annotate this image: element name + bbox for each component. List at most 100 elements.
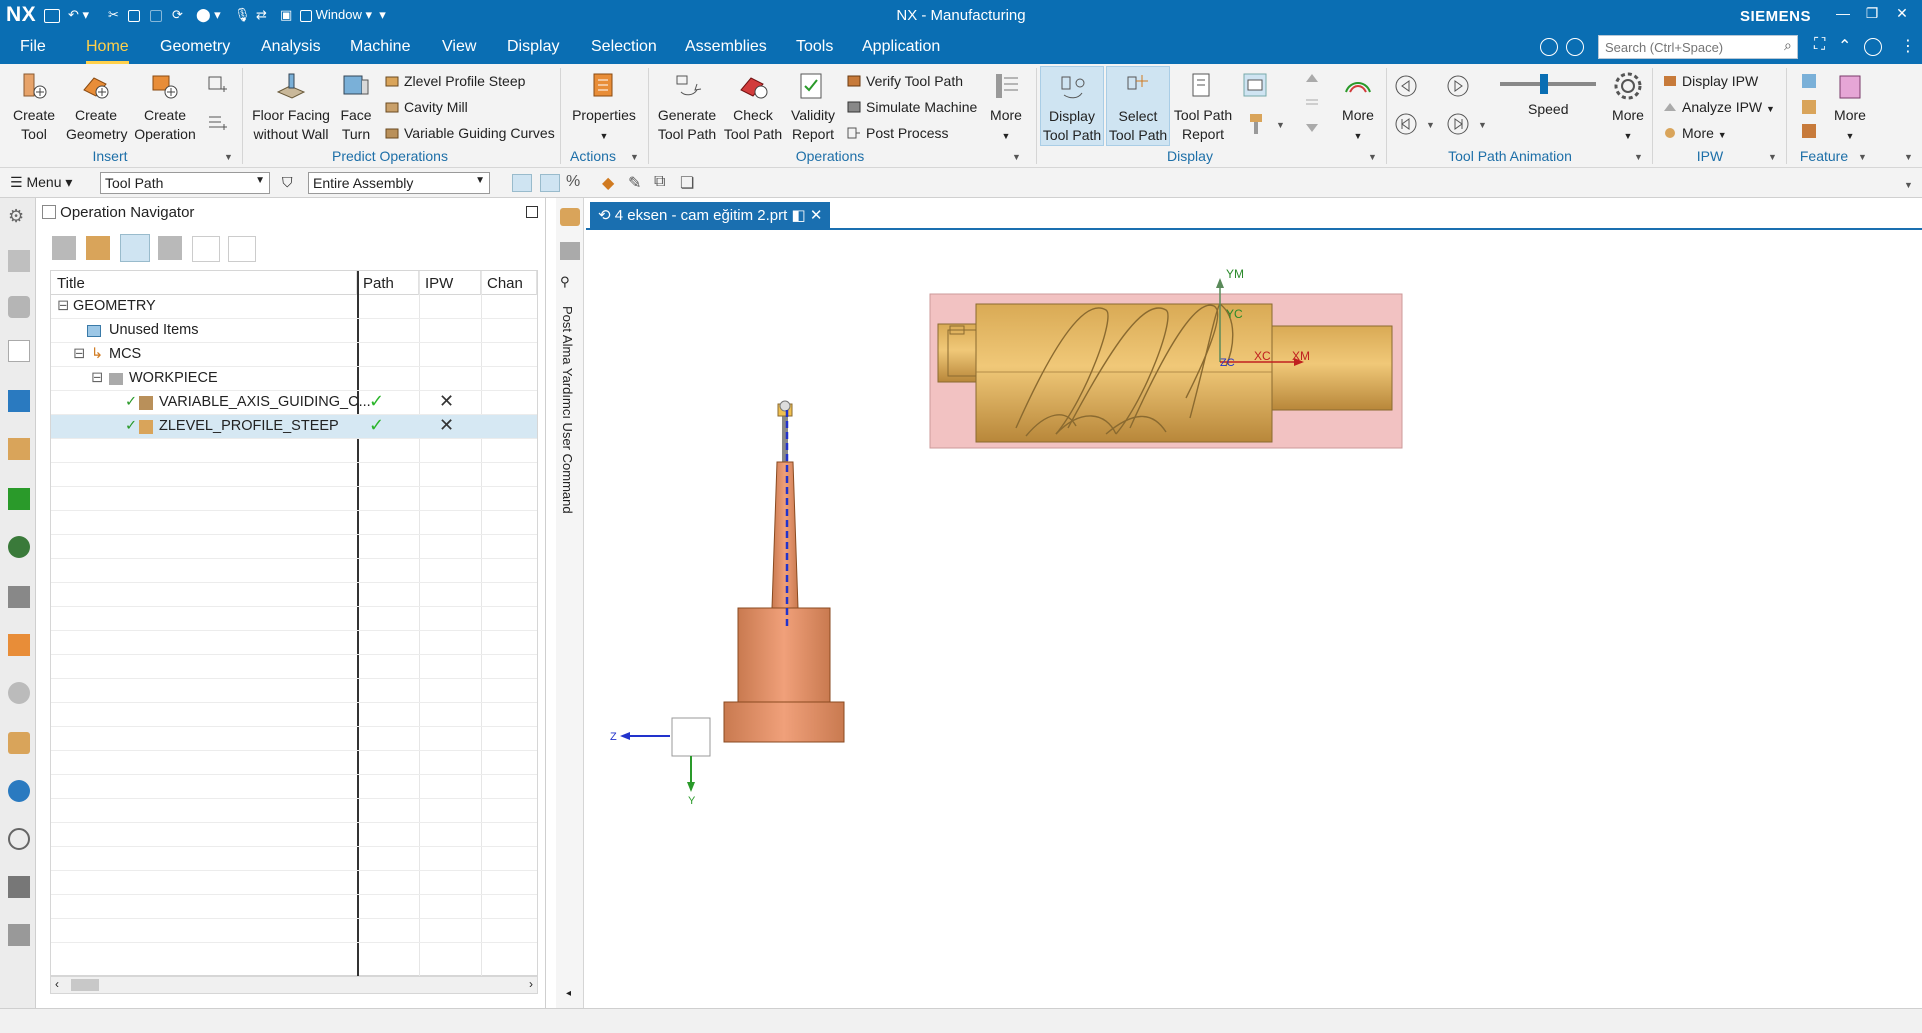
feature-tool-2-icon[interactable] (1800, 98, 1818, 116)
view-triad-box[interactable] (671, 717, 711, 757)
tree-row-operation[interactable]: ✓ VARIABLE_AXIS_GUIDING_C... ✓ ✕ (51, 391, 537, 415)
column-ipw[interactable]: IPW (419, 271, 481, 295)
check-tool-path-button[interactable]: Check Tool Path (722, 70, 784, 144)
fast-forward-icon[interactable] (1446, 112, 1470, 136)
ipw-more-button[interactable]: More ▼ (1662, 124, 1727, 144)
tab-geometry[interactable]: Geometry (160, 38, 230, 64)
restore-icon[interactable]: ❐ (1862, 5, 1882, 25)
smile-feedback-icon[interactable] (1540, 38, 1558, 56)
display-more-button[interactable]: More ▼ (1336, 70, 1380, 146)
tab-file[interactable]: File (20, 38, 46, 64)
floor-facing-button[interactable]: Floor Facing without Wall (250, 70, 332, 144)
tree-row-geometry[interactable]: ⊟ GEOMETRY (51, 295, 537, 319)
fast-forward-caret[interactable]: ▼ (1478, 120, 1487, 130)
tab-analysis[interactable]: Analysis (261, 38, 321, 64)
column-title[interactable]: Title (51, 271, 357, 295)
assembly-navigator-icon[interactable] (8, 296, 30, 318)
tool-taper[interactable] (771, 461, 799, 609)
ribbon-collapse-icon[interactable]: ⌃ (1838, 36, 1851, 56)
rewind-icon[interactable] (1394, 112, 1418, 136)
menu-button[interactable]: ☰ Menu ▾ (10, 174, 72, 191)
display-expand-icon[interactable]: ▼ (1368, 152, 1377, 162)
geometry-view-icon[interactable] (120, 234, 150, 262)
filter-icon[interactable]: ⛉ (282, 174, 293, 191)
search-icon[interactable]: ⌕ (1784, 37, 1792, 54)
collapse-strip-icon[interactable]: ◂ (566, 988, 571, 999)
animation-expand-icon[interactable]: ▼ (1634, 152, 1643, 162)
create-program-icon[interactable] (206, 112, 228, 134)
part-navigator-icon[interactable] (8, 250, 30, 272)
tab-machine[interactable]: Machine (350, 38, 410, 64)
percent-icon[interactable]: % (566, 173, 580, 191)
web-browser-icon[interactable] (8, 780, 30, 802)
ipw-expand-icon[interactable]: ▼ (1768, 152, 1777, 162)
select-geometry-icon[interactable]: ◆ (602, 173, 614, 193)
program-order-view-icon[interactable] (52, 236, 76, 260)
tab-view[interactable]: View (442, 38, 476, 64)
speed-slider[interactable] (1500, 74, 1596, 94)
feature-expand-icon[interactable]: ▼ (1858, 152, 1867, 162)
create-method-icon[interactable] (206, 74, 228, 96)
animation-more-button[interactable]: More ▼ (1606, 70, 1650, 146)
help-icon[interactable] (1864, 38, 1882, 56)
edit-icon[interactable]: ✎ (628, 173, 641, 193)
ribbon-overflow-icon[interactable]: ▼ (1904, 152, 1913, 162)
operation-navigator-icon[interactable] (8, 340, 30, 362)
cad-scene[interactable]: YM YC ZC XC XM Z Y (586, 198, 1922, 1008)
part-left-step[interactable] (937, 323, 977, 383)
remove-column-icon[interactable] (228, 236, 256, 262)
tab-home[interactable]: Home (86, 38, 129, 64)
properties-button[interactable]: Properties ▼ (568, 70, 640, 146)
roles-icon[interactable] (8, 586, 30, 608)
fullscreen-icon[interactable]: ⛶ (1814, 36, 1825, 54)
generate-tool-path-button[interactable]: Generate Tool Path (654, 70, 720, 144)
tool-holder[interactable] (737, 607, 831, 703)
selection-scope-select[interactable]: Entire Assembly ▼ (308, 172, 490, 194)
tool-path-report-button[interactable]: Tool Path Report (1172, 70, 1234, 144)
tool-display-icon[interactable] (1246, 112, 1266, 136)
validity-report-button[interactable]: Validity Report (786, 70, 840, 144)
ribbon-options-icon[interactable]: ⋮ (1900, 36, 1916, 56)
feature-navigator-icon[interactable] (8, 438, 30, 460)
cam-wizard-icon[interactable] (8, 682, 30, 704)
column-path[interactable]: Path (357, 271, 419, 295)
tree-row-operation[interactable]: ✓ ZLEVEL_PROFILE_STEEP ✓ ✕ (51, 415, 537, 439)
tab-display[interactable]: Display (507, 38, 559, 64)
feature-tool-1-icon[interactable] (1800, 72, 1818, 90)
variable-guiding-curves-button[interactable]: Variable Guiding Curves (384, 124, 555, 142)
verify-tool-path-button[interactable]: Verify Tool Path (846, 72, 963, 90)
user-command-icon[interactable] (560, 242, 580, 260)
tab-application[interactable]: Application (862, 38, 940, 64)
machining-method-view-icon[interactable] (158, 236, 182, 260)
horizontal-scrollbar[interactable]: ‹ › (50, 976, 538, 994)
tab-assemblies[interactable]: Assemblies (685, 38, 767, 64)
history-eye-icon[interactable] (8, 536, 30, 558)
display-options-caret[interactable]: ▼ (1276, 120, 1285, 130)
create-operation-button[interactable]: Create Operation (132, 70, 198, 144)
scrollbar-thumb[interactable] (71, 979, 99, 991)
tab-selection[interactable]: Selection (591, 38, 657, 64)
tool-library-icon[interactable] (8, 732, 30, 754)
show-hide-icon[interactable] (540, 174, 560, 192)
part-right-shaft[interactable] (1271, 325, 1393, 411)
collapse-icon[interactable]: ⊟ (73, 346, 85, 362)
graphics-viewport[interactable]: ⟲ 4 eksen - cam eğitim 2.prt ◧ ✕ YM YC Z… (586, 198, 1922, 1008)
type-filter-select[interactable]: Tool Path ▼ (100, 172, 270, 194)
collapse-icon[interactable]: ⊟ (57, 298, 69, 314)
display-ipw-toggle-icon[interactable] (1242, 72, 1268, 98)
actions-expand-icon[interactable]: ▼ (630, 152, 639, 162)
selbar-overflow-icon[interactable]: ▼ (1904, 180, 1913, 190)
collapse-icon[interactable]: ⊟ (91, 370, 103, 386)
rewind-caret[interactable]: ▼ (1426, 120, 1435, 130)
insert-expand-icon[interactable]: ▼ (224, 152, 233, 162)
part-nav-icon[interactable]: ⧉ (654, 173, 665, 191)
column-channel[interactable]: Chan (481, 271, 537, 295)
tab-tools[interactable]: Tools (796, 38, 833, 64)
reuse-library-icon[interactable] (8, 488, 30, 510)
panel-maximize-icon[interactable] (526, 206, 538, 218)
scroll-left-icon[interactable]: ‹ (55, 977, 59, 991)
settings-gear-icon[interactable]: ⚙ (8, 206, 30, 228)
cavity-mill-button[interactable]: Cavity Mill (384, 98, 468, 116)
simulate-machine-button[interactable]: Simulate Machine (846, 98, 977, 116)
post-process-button[interactable]: Post Process (846, 124, 948, 142)
